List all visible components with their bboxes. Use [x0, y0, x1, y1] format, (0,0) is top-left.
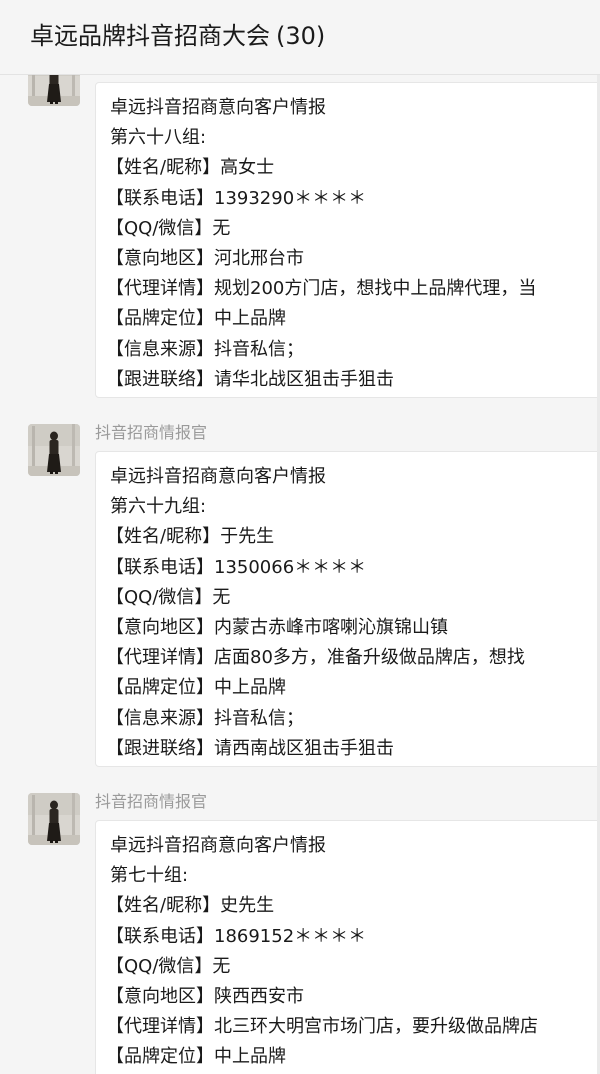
field-follow-up: 【跟进联络】请华北战区狙击手狙击	[106, 368, 394, 390]
field-region: 【意向地区】河北邢台市	[106, 248, 304, 270]
field-region: 【意向地区】内蒙古赤峰市喀喇沁旗锦山镇	[106, 617, 448, 639]
message-bubble[interactable]: 卓远抖音招商意向客户情报 第六十八组: 【姓名/昵称】高女士 【联系电话】139…	[95, 82, 600, 398]
field-phone: 【联系电话】1869152＊＊＊＊	[106, 925, 367, 947]
message-title: 卓远抖音招商意向客户情报	[110, 835, 326, 856]
field-brand-position: 【品牌定位】中上品牌	[106, 308, 286, 330]
message-bubble[interactable]: 卓远抖音招商意向客户情报 第七十组: 【姓名/昵称】史先生 【联系电话】1869…	[95, 820, 600, 1074]
message-title: 卓远抖音招商意向客户情报	[110, 97, 326, 118]
message-group: 第六十八组:	[110, 127, 207, 149]
sender-name: 抖音招商情报官	[95, 423, 208, 442]
message-group: 第六十九组:	[110, 496, 207, 518]
chat-header: 卓远品牌抖音招商大会 (30)	[0, 0, 600, 75]
field-name: 【姓名/昵称】高女士	[106, 157, 275, 179]
avatar[interactable]	[28, 793, 80, 845]
group-title[interactable]: 卓远品牌抖音招商大会 (30)	[30, 19, 325, 53]
member-count: (30)	[276, 22, 326, 50]
field-name: 【姓名/昵称】于先生	[106, 526, 275, 548]
field-name: 【姓名/昵称】史先生	[106, 895, 275, 917]
field-agency-details: 【代理详情】店面80多方，准备升级做品牌店，想找	[106, 647, 525, 669]
field-agency-details: 【代理详情】北三环大明宫市场门店，要升级做品牌店	[106, 1016, 538, 1038]
message-title: 卓远抖音招商意向客户情报	[110, 466, 326, 487]
field-qq-wechat: 【QQ/微信】无	[106, 586, 231, 608]
person-photo-icon	[28, 424, 80, 476]
field-brand-position: 【品牌定位】中上品牌	[106, 1046, 286, 1068]
avatar[interactable]	[28, 424, 80, 476]
field-agency-details: 【代理详情】规划200方门店，想找中上品牌代理，当	[106, 278, 537, 300]
field-brand-position: 【品牌定位】中上品牌	[106, 677, 286, 699]
field-info-source: 【信息来源】抖音私信；	[106, 707, 304, 729]
field-qq-wechat: 【QQ/微信】无	[106, 955, 231, 977]
person-photo-icon	[28, 793, 80, 845]
field-follow-up: 【跟进联络】请西南战区狙击手狙击	[106, 737, 394, 759]
field-info-source: 【信息来源】抖音私信；	[106, 338, 304, 360]
field-qq-wechat: 【QQ/微信】无	[106, 217, 231, 239]
field-phone: 【联系电话】1393290＊＊＊＊	[106, 187, 367, 209]
group-name: 卓远品牌抖音招商大会	[30, 22, 270, 50]
field-region: 【意向地区】陕西西安市	[106, 986, 304, 1008]
sender-name: 抖音招商情报官	[95, 792, 208, 811]
message-bubble[interactable]: 卓远抖音招商意向客户情报 第六十九组: 【姓名/昵称】于先生 【联系电话】135…	[95, 451, 600, 767]
chat-area[interactable]: 卓远抖音招商意向客户情报 第六十八组: 【姓名/昵称】高女士 【联系电话】139…	[0, 0, 600, 1074]
message-group: 第七十组:	[110, 865, 189, 887]
field-phone: 【联系电话】1350066＊＊＊＊	[106, 556, 367, 578]
